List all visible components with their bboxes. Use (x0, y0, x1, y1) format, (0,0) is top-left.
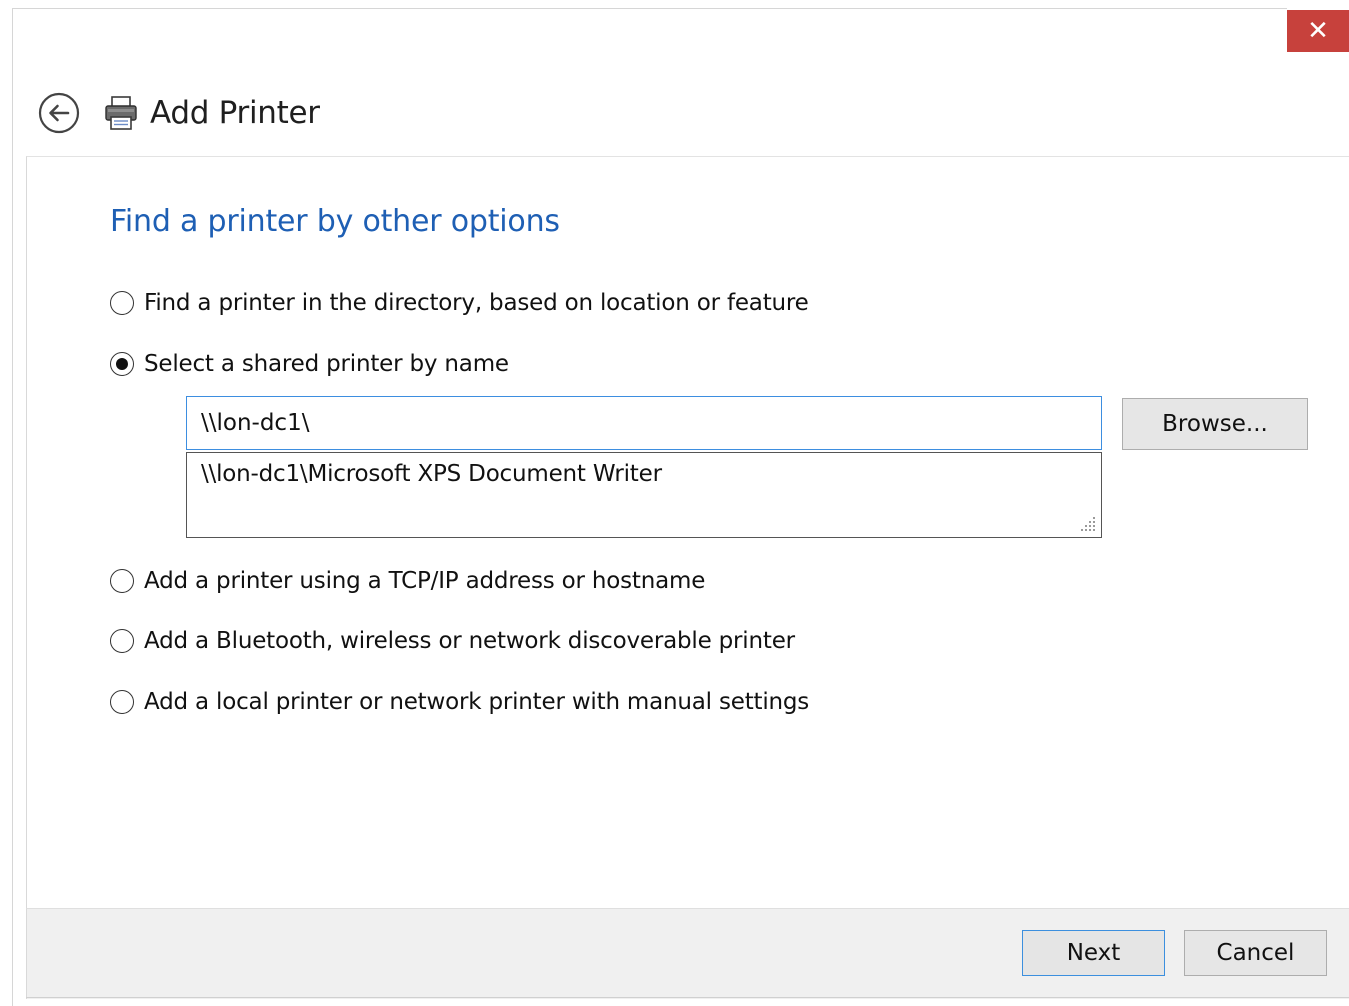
option-tcpip[interactable]: Add a printer using a TCP/IP address or … (110, 568, 705, 594)
window-left-border (12, 8, 13, 1006)
page-heading: Find a printer by other options (110, 204, 560, 239)
cancel-button[interactable]: Cancel (1184, 930, 1327, 976)
autocomplete-item[interactable]: \\lon-dc1\Microsoft XPS Document Writer (201, 461, 662, 487)
option-local-manual[interactable]: Add a local printer or network printer w… (110, 689, 809, 715)
next-button[interactable]: Next (1022, 930, 1165, 976)
option-local-manual-label: Add a local printer or network printer w… (144, 689, 810, 715)
radio-local-manual[interactable] (110, 690, 134, 714)
option-directory[interactable]: Find a printer in the directory, based o… (110, 290, 809, 316)
option-shared-by-name-label: Select a shared printer by name (144, 351, 509, 377)
printer-name-input[interactable] (186, 396, 1102, 450)
close-icon: ✕ (1307, 16, 1329, 46)
option-directory-label: Find a printer in the directory, based o… (144, 290, 809, 316)
resize-grip-icon[interactable] (1079, 515, 1097, 533)
browse-button[interactable]: Browse... (1122, 398, 1308, 450)
back-button[interactable] (38, 92, 80, 134)
radio-shared-by-name[interactable] (110, 352, 134, 376)
window-bottom-border (26, 997, 1349, 998)
dialog-header: Add Printer (104, 91, 320, 135)
window-top-border (12, 8, 1287, 9)
autocomplete-list: \\lon-dc1\Microsoft XPS Document Writer (186, 452, 1102, 538)
option-bluetooth[interactable]: Add a Bluetooth, wireless or network dis… (110, 628, 795, 654)
printer-icon (105, 96, 137, 130)
radio-directory[interactable] (110, 291, 134, 315)
radio-bluetooth[interactable] (110, 629, 134, 653)
radio-tcpip[interactable] (110, 569, 134, 593)
option-shared-by-name[interactable]: Select a shared printer by name (110, 351, 509, 377)
back-arrow-icon (38, 92, 80, 134)
window-title: Add Printer (150, 95, 320, 131)
option-bluetooth-label: Add a Bluetooth, wireless or network dis… (144, 628, 795, 654)
close-button[interactable]: ✕ (1287, 10, 1349, 52)
option-tcpip-label: Add a printer using a TCP/IP address or … (144, 568, 706, 594)
